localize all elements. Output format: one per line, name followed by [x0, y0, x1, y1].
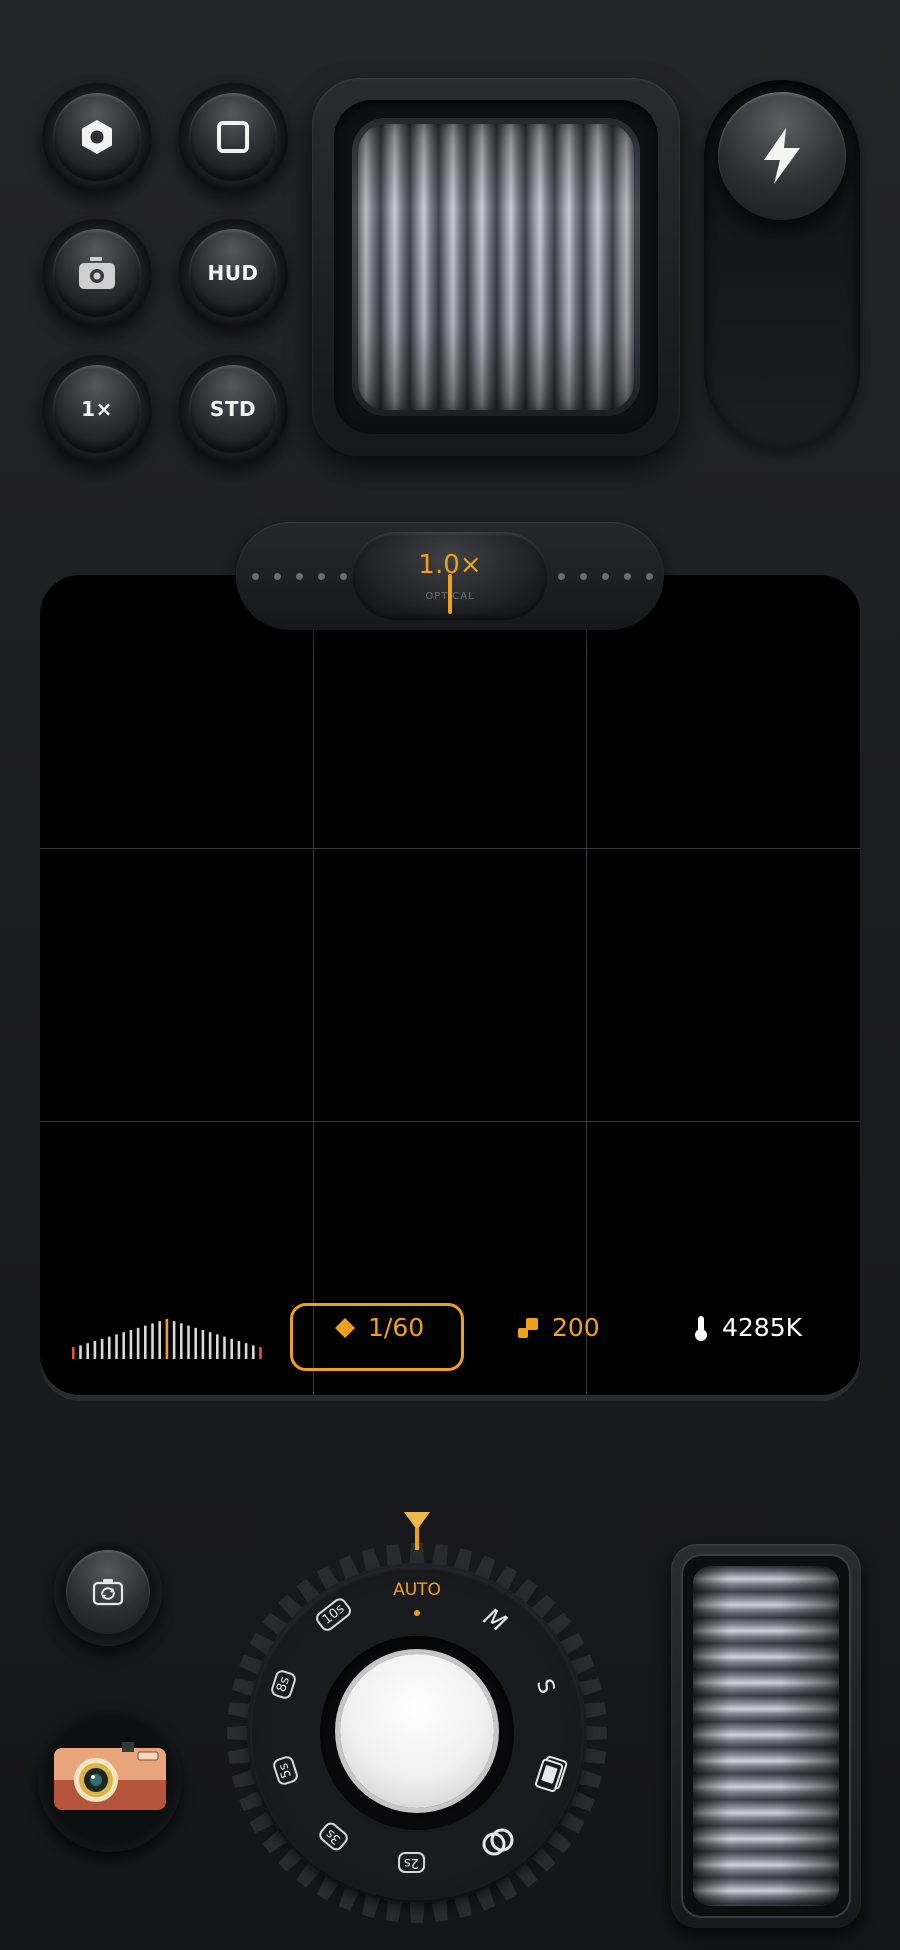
- gallery-button[interactable]: [38, 1708, 182, 1852]
- hud-button[interactable]: HUD: [178, 218, 288, 328]
- meter-bar: [158, 1321, 161, 1359]
- exposure-grille-control[interactable]: [352, 118, 640, 416]
- zoom-tick: [252, 573, 259, 580]
- double-exposure-icon[interactable]: [476, 1822, 520, 1862]
- viewfinder[interactable]: 1/60 200 4285K: [40, 575, 860, 1395]
- white-balance-readout[interactable]: 4285K: [692, 1313, 802, 1342]
- lightning-bolt-icon: [764, 128, 800, 184]
- iso-value: 200: [552, 1313, 600, 1342]
- zoom-indicator: [448, 574, 452, 614]
- timer-2s[interactable]: 2s: [398, 1852, 426, 1873]
- iso-readout[interactable]: 200: [516, 1313, 600, 1342]
- hexagon-settings-icon: [82, 120, 112, 154]
- meter-bar: [79, 1345, 82, 1359]
- camera-icon: [79, 257, 115, 289]
- meter-bar: [136, 1327, 140, 1359]
- meter-bar: [194, 1327, 197, 1359]
- mode-auto[interactable]: AUTO: [377, 1580, 457, 1600]
- white-balance-value: 4285K: [722, 1313, 803, 1342]
- zoom-tick: [274, 573, 281, 580]
- dial-pointer-icon: [404, 1512, 430, 1550]
- meter-bar: [129, 1330, 133, 1359]
- grid-line: [313, 575, 314, 1395]
- grid-line: [40, 848, 860, 849]
- aspect-ratio-button[interactable]: [178, 82, 288, 192]
- burst-mode-icon[interactable]: [530, 1752, 572, 1800]
- grid-line: [40, 1121, 860, 1122]
- flip-camera-button[interactable]: [54, 1538, 162, 1646]
- shutter-button[interactable]: [340, 1654, 494, 1808]
- meter-bar: [230, 1338, 233, 1359]
- meter-bar: [172, 1321, 176, 1359]
- meter-bar: [180, 1323, 183, 1359]
- meter-bar: [187, 1325, 190, 1359]
- meter-bar: [201, 1330, 205, 1359]
- diamond-icon: [335, 1317, 355, 1338]
- zoom-tick: [318, 573, 325, 580]
- flash-toggle-knob[interactable]: [718, 92, 846, 220]
- hud-label: HUD: [207, 261, 259, 285]
- iso-icon: [518, 1317, 538, 1338]
- retro-camera-thumbnail: [54, 1742, 166, 1810]
- meter-bar: [244, 1343, 248, 1359]
- meter-bar: [100, 1338, 104, 1359]
- zoom-tick: [602, 573, 609, 580]
- settings-button[interactable]: [42, 82, 152, 192]
- square-frame-icon: [217, 121, 249, 153]
- meter-bar: [165, 1319, 169, 1359]
- zoom-tick: [558, 573, 565, 580]
- meter-bar: [223, 1336, 226, 1359]
- flip-camera-icon: [92, 1579, 124, 1606]
- zoom-tick: [646, 573, 653, 580]
- meter-bar: [259, 1347, 262, 1359]
- meter-bar: [252, 1345, 255, 1359]
- zoom-tick: [296, 573, 303, 580]
- zoom-level-label: 1×: [81, 397, 113, 421]
- thermometer-icon: [695, 1315, 707, 1341]
- meter-bar: [122, 1332, 125, 1359]
- zoom-tick: [580, 573, 587, 580]
- meter-bar: [208, 1332, 212, 1359]
- profile-button[interactable]: STD: [178, 354, 288, 464]
- zoom-tick: [340, 573, 347, 580]
- zoom-level-button[interactable]: 1×: [42, 354, 152, 464]
- profile-label: STD: [209, 397, 257, 421]
- meter-bar: [151, 1323, 154, 1359]
- meter-bar: [108, 1336, 111, 1359]
- meter-bar: [237, 1341, 241, 1359]
- zoom-tick: [624, 573, 631, 580]
- meter-bar: [86, 1343, 89, 1359]
- dial-tooth: [409, 1900, 425, 1923]
- dial-tooth: [227, 1725, 250, 1741]
- meter-bar: [216, 1334, 219, 1359]
- focus-wheel[interactable]: [693, 1566, 839, 1906]
- exposure-meter: [72, 1319, 262, 1359]
- shutter-speed-value: 1/60: [368, 1313, 425, 1342]
- meter-bar: [72, 1347, 75, 1359]
- meter-bar: [93, 1341, 97, 1359]
- dial-tooth: [584, 1725, 607, 1741]
- mode-auto-selected-dot: [414, 1610, 420, 1616]
- shutter-speed-group: 1/60: [334, 1313, 424, 1342]
- meter-bar: [144, 1325, 147, 1359]
- meter-bar: [115, 1334, 118, 1359]
- grid-line: [586, 575, 587, 1395]
- camera-mode-button[interactable]: [42, 218, 152, 328]
